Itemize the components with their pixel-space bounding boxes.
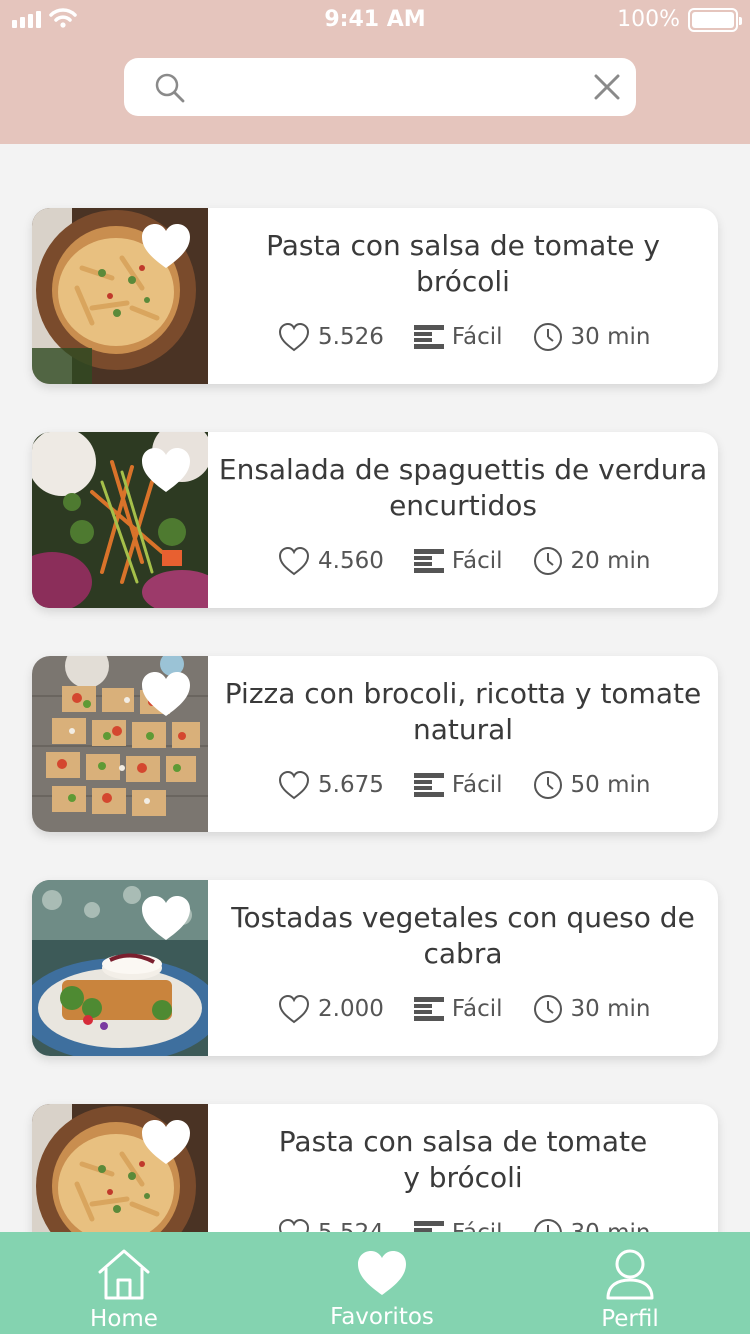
- difficulty-label: Fácil: [451, 548, 503, 574]
- recipe-info: Tostadas vegetales con queso de cabra 2.…: [208, 880, 718, 1056]
- recipe-image: [32, 432, 208, 608]
- recipe-info: Pizza con brocoli, ricotta y tomate natu…: [208, 656, 718, 832]
- heart-icon[interactable]: [140, 1118, 192, 1166]
- status-bar: 9:41 AM 100%: [0, 0, 750, 40]
- likes: 5.675: [278, 770, 384, 800]
- difficulty-icon: [413, 773, 444, 797]
- time-label: 50 min: [570, 772, 651, 798]
- recipe-title: Pizza con brocoli, ricotta y tomate natu…: [224, 677, 702, 746]
- difficulty-label: Fácil: [451, 324, 503, 350]
- recipe-title: Tostadas vegetales con queso de cabra: [231, 901, 695, 970]
- battery-percent: 100%: [617, 7, 680, 32]
- recipe-card[interactable]: Tostadas vegetales con queso de cabra 2.…: [32, 880, 718, 1056]
- prep-time: 30 min: [533, 322, 651, 352]
- recipe-meta: 2.000 Fácil 30 min: [278, 994, 650, 1024]
- tab-favorites[interactable]: Favoritos: [292, 1248, 472, 1330]
- clock-icon: [533, 995, 562, 1023]
- status-right: 100%: [617, 7, 742, 32]
- likes: 4.560: [278, 546, 384, 576]
- heart-outline-icon: [278, 322, 310, 352]
- tab-profile[interactable]: Perfil: [540, 1248, 720, 1332]
- heart-icon[interactable]: [140, 446, 192, 494]
- recipe-card[interactable]: Pasta con salsa de tomate y brócoli 5.52…: [32, 208, 718, 384]
- difficulty: Fácil: [413, 772, 503, 798]
- search-bar[interactable]: [124, 58, 636, 116]
- difficulty-icon: [413, 325, 444, 349]
- difficulty: Fácil: [413, 548, 503, 574]
- recipe-meta: 5.675 Fácil 50 min: [278, 770, 650, 800]
- heart-icon[interactable]: [140, 894, 192, 942]
- recipe-title: Pasta con salsa de tomate y brócoli: [266, 229, 660, 298]
- likes-count: 5.526: [318, 324, 384, 350]
- search-icon: [155, 73, 185, 103]
- recipe-image: [32, 208, 208, 384]
- tab-favorites-label: Favoritos: [330, 1304, 434, 1330]
- clock-icon: [533, 323, 562, 351]
- heart-outline-icon: [278, 546, 310, 576]
- recipe-card[interactable]: Pizza con brocoli, ricotta y tomate natu…: [32, 656, 718, 832]
- user-icon: [606, 1249, 654, 1300]
- heart-icon: [358, 1251, 406, 1295]
- tab-bar: Home Favoritos Perfil: [0, 1232, 750, 1334]
- recipe-meta: 5.526 Fácil 30 min: [278, 322, 650, 352]
- tab-home-label: Home: [90, 1306, 158, 1332]
- prep-time: 20 min: [533, 546, 651, 576]
- likes-count: 5.675: [318, 772, 384, 798]
- tab-home[interactable]: Home: [34, 1248, 214, 1332]
- heart-outline-icon: [278, 770, 310, 800]
- recipe-image: [32, 656, 208, 832]
- prep-time: 50 min: [533, 770, 651, 800]
- difficulty: Fácil: [413, 996, 503, 1022]
- time-label: 30 min: [570, 996, 651, 1022]
- header: 9:41 AM 100%: [0, 0, 750, 144]
- recipe-meta: 4.560 Fácil 20 min: [278, 546, 650, 576]
- recipe-image: [32, 880, 208, 1056]
- recipe-title: Ensalada de spaguettis de verdura encurt…: [218, 453, 708, 522]
- prep-time: 30 min: [533, 994, 651, 1024]
- recipe-card[interactable]: Ensalada de spaguettis de verdura encurt…: [32, 432, 718, 608]
- clock-icon: [533, 547, 562, 575]
- tab-profile-label: Perfil: [601, 1306, 659, 1332]
- likes: 2.000: [278, 994, 384, 1024]
- likes: 5.526: [278, 322, 384, 352]
- clock-icon: [533, 771, 562, 799]
- search-input[interactable]: [194, 68, 574, 106]
- difficulty-icon: [413, 997, 444, 1021]
- recipe-info: Pasta con salsa de tomate y brócoli 5.52…: [208, 208, 718, 384]
- heart-icon[interactable]: [140, 670, 192, 718]
- difficulty-icon: [413, 549, 444, 573]
- battery-icon: [688, 7, 742, 32]
- time-label: 20 min: [570, 548, 651, 574]
- recipe-title: Pasta con salsa de tomate y brócoli: [278, 1125, 648, 1194]
- time-label: 30 min: [570, 324, 651, 350]
- difficulty-label: Fácil: [451, 996, 503, 1022]
- likes-count: 4.560: [318, 548, 384, 574]
- difficulty-label: Fácil: [451, 772, 503, 798]
- close-icon[interactable]: [594, 74, 620, 100]
- difficulty: Fácil: [413, 324, 503, 350]
- home-icon: [98, 1249, 150, 1300]
- heart-outline-icon: [278, 994, 310, 1024]
- heart-icon[interactable]: [140, 222, 192, 270]
- likes-count: 2.000: [318, 996, 384, 1022]
- recipe-info: Ensalada de spaguettis de verdura encurt…: [208, 432, 718, 608]
